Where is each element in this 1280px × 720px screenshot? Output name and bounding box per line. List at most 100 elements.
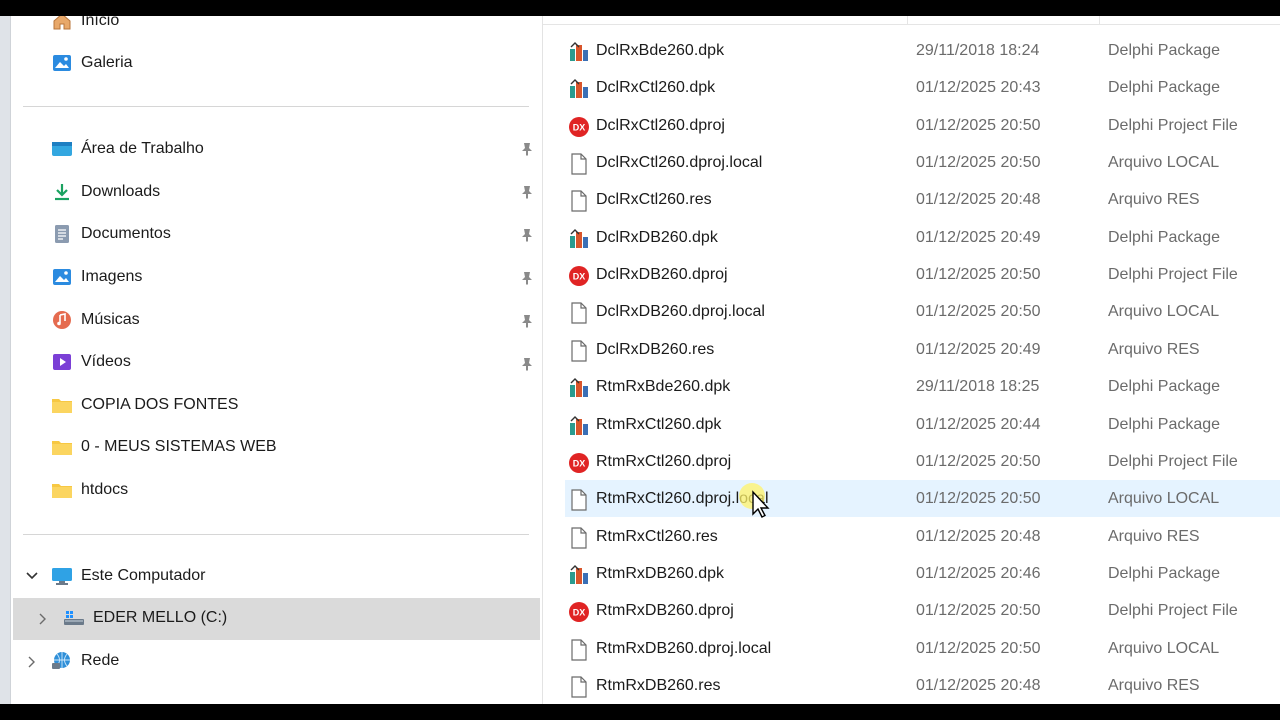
nav-item-downloads[interactable]: Downloads bbox=[51, 172, 160, 212]
file-type: Arquivo RES bbox=[1108, 527, 1200, 545]
file-type: Arquivo LOCAL bbox=[1108, 639, 1220, 657]
file-row[interactable]: DclRxCtl260.res 01/12/2025 20:48 Arquivo R… bbox=[565, 181, 1280, 218]
chevron-down-icon[interactable] bbox=[25, 569, 39, 583]
file-row[interactable]: DclRxCtl260.dpk 01/12/2025 20:43 Delphi Pa… bbox=[565, 69, 1280, 106]
file-name: RtmRxDB260.res bbox=[596, 676, 721, 694]
pin-icon[interactable] bbox=[519, 141, 535, 157]
file-row[interactable]: DX DclRxCtl260.dproj 01/12/2025 20:50 Delph… bbox=[565, 107, 1280, 144]
file-name: RtmRxBde260.dpk bbox=[596, 378, 731, 396]
file-name: RtmRxDB260.dproj.local bbox=[596, 639, 772, 657]
file-row[interactable]: RtmRxDB260.res 01/12/2025 20:48 Arquivo RE… bbox=[565, 667, 1280, 704]
delphi-package-icon bbox=[568, 41, 590, 63]
file-row[interactable]: RtmRxBde260.dpk 29/11/2018 18:25 Delphi Pa… bbox=[565, 368, 1280, 405]
blank-file-icon bbox=[568, 340, 590, 362]
file-row[interactable]: DX DclRxDB260.dproj 01/12/2025 20:50 Delphi… bbox=[565, 256, 1280, 293]
nav-item-label: Downloads bbox=[81, 183, 161, 200]
delphi-package-icon bbox=[568, 78, 590, 100]
file-type: Delphi Project File bbox=[1108, 452, 1238, 470]
nav-item-music[interactable]: Músicas bbox=[51, 300, 140, 340]
file-type: Delphi Package bbox=[1108, 415, 1221, 433]
file-row[interactable]: RtmRxCtl260.res 01/12/2025 20:48 Arquivo R… bbox=[565, 518, 1280, 555]
nav-item-label: htdocs bbox=[81, 481, 129, 498]
file-row[interactable]: RtmRxCtl260.dproj.local 01/12/2025 20:50 A… bbox=[565, 480, 1280, 518]
svg-text:DX: DX bbox=[573, 122, 586, 132]
file-date-modified: 01/12/2025 20:48 bbox=[916, 676, 1041, 694]
file-date-modified: 01/12/2025 20:49 bbox=[916, 340, 1041, 358]
column-separator[interactable] bbox=[907, 16, 908, 24]
file-date-modified: 01/12/2025 20:50 bbox=[916, 639, 1041, 657]
pin-icon[interactable] bbox=[519, 356, 535, 372]
desktop-icon bbox=[51, 138, 73, 160]
file-name: DclRxCtl260.dproj bbox=[596, 116, 725, 134]
file-type: Arquivo RES bbox=[1108, 191, 1200, 209]
nav-item-drive-c[interactable]: EDER MELLO (C:) bbox=[63, 598, 227, 638]
computer-icon bbox=[51, 565, 73, 587]
nav-item-label: Vídeos bbox=[81, 353, 131, 370]
nav-item-label: Imagens bbox=[81, 268, 143, 285]
blank-file-icon bbox=[568, 676, 590, 698]
nav-item-videos[interactable]: Vídeos bbox=[51, 342, 131, 382]
blank-file-icon bbox=[568, 153, 590, 175]
file-row[interactable]: DclRxDB260.dpk 01/12/2025 20:49 Delphi Pac… bbox=[565, 219, 1280, 256]
file-list: DclRxBde260.dpk 29/11/2018 18:24 Delphi Pa… bbox=[543, 16, 1280, 704]
file-date-modified: 01/12/2025 20:49 bbox=[916, 228, 1041, 246]
file-row[interactable]: DclRxCtl260.dproj.local 01/12/2025 20:50 A… bbox=[565, 144, 1280, 181]
pin-icon[interactable] bbox=[519, 270, 535, 286]
blank-file-icon bbox=[568, 489, 590, 511]
file-row[interactable]: DclRxDB260.dproj.local 01/12/2025 20:50 Ar… bbox=[565, 293, 1280, 330]
column-separator[interactable] bbox=[1099, 16, 1100, 24]
nav-item-folder-sistemas[interactable]: 0 - MEUS SISTEMAS WEB bbox=[51, 427, 277, 467]
pin-icon[interactable] bbox=[519, 227, 535, 243]
nav-item-documents[interactable]: Documentos bbox=[51, 214, 171, 254]
file-name: DclRxDB260.dproj bbox=[596, 266, 728, 284]
file-date-modified: 01/12/2025 20:50 bbox=[916, 116, 1041, 134]
nav-item-label: Área de Trabalho bbox=[81, 140, 204, 157]
pin-icon[interactable] bbox=[519, 184, 535, 200]
network-icon bbox=[51, 650, 73, 672]
nav-item-home[interactable]: Início bbox=[51, 16, 119, 41]
nav-item-folder-copia[interactable]: COPIA DOS FONTES bbox=[51, 385, 238, 425]
pictures-icon bbox=[51, 266, 73, 288]
file-row[interactable]: DX RtmRxDB260.dproj 01/12/2025 20:50 Delphi… bbox=[565, 592, 1280, 629]
file-name: DclRxCtl260.dpk bbox=[596, 79, 716, 97]
nav-item-folder-htdocs[interactable]: htdocs bbox=[51, 470, 128, 510]
music-icon bbox=[51, 309, 73, 331]
blank-file-icon bbox=[568, 190, 590, 212]
nav-item-network[interactable]: Rede bbox=[51, 641, 119, 681]
file-row[interactable]: RtmRxCtl260.dpk 01/12/2025 20:44 Delphi Pa… bbox=[565, 406, 1280, 443]
videos-icon bbox=[51, 351, 73, 373]
file-type: Arquivo LOCAL bbox=[1108, 490, 1220, 508]
nav-item-pictures[interactable]: Imagens bbox=[51, 257, 142, 297]
delphi-project-icon: DX bbox=[568, 601, 590, 623]
file-type: Delphi Project File bbox=[1108, 602, 1238, 620]
file-row[interactable]: RtmRxDB260.dproj.local 01/12/2025 20:50 Ar… bbox=[565, 630, 1280, 667]
file-row[interactable]: RtmRxDB260.dpk 01/12/2025 20:46 Delphi Pac… bbox=[565, 555, 1280, 592]
chevron-right-icon[interactable] bbox=[25, 655, 39, 669]
delphi-package-icon bbox=[568, 415, 590, 437]
chevron-right-icon[interactable] bbox=[36, 612, 50, 626]
nav-item-gallery[interactable]: Galeria bbox=[51, 43, 133, 83]
nav-item-label: Galeria bbox=[81, 54, 133, 71]
file-date-modified: 01/12/2025 20:50 bbox=[916, 154, 1041, 172]
delphi-project-icon: DX bbox=[568, 265, 590, 287]
file-type: Delphi Package bbox=[1108, 378, 1221, 396]
home-icon bbox=[51, 16, 73, 32]
file-row[interactable]: DclRxDB260.res 01/12/2025 20:49 Arquivo RE… bbox=[565, 331, 1280, 368]
column-header-bar bbox=[543, 16, 1280, 25]
documents-icon bbox=[51, 223, 73, 245]
blank-file-icon bbox=[568, 526, 590, 549]
file-name: RtmRxCtl260.dproj bbox=[596, 452, 732, 470]
download-icon bbox=[51, 181, 73, 203]
file-row[interactable]: DX RtmRxCtl260.dproj 01/12/2025 20:50 Delph… bbox=[565, 443, 1280, 480]
nav-item-desktop[interactable]: Área de Trabalho bbox=[51, 129, 204, 169]
file-name: RtmRxCtl260.dpk bbox=[596, 415, 722, 433]
file-row[interactable]: DclRxBde260.dpk 29/11/2018 18:24 Delphi Pa… bbox=[565, 32, 1280, 69]
delphi-package-icon bbox=[568, 564, 590, 586]
nav-item-this-pc[interactable]: Este Computador bbox=[51, 556, 206, 596]
file-date-modified: 01/12/2025 20:50 bbox=[916, 303, 1041, 321]
drive-icon bbox=[63, 607, 85, 629]
folder-icon bbox=[51, 394, 73, 416]
file-explorer-window: Início Galeria Área de Trabalho Download… bbox=[0, 16, 1280, 704]
pin-icon[interactable] bbox=[519, 313, 535, 329]
blank-file-icon bbox=[568, 302, 590, 325]
